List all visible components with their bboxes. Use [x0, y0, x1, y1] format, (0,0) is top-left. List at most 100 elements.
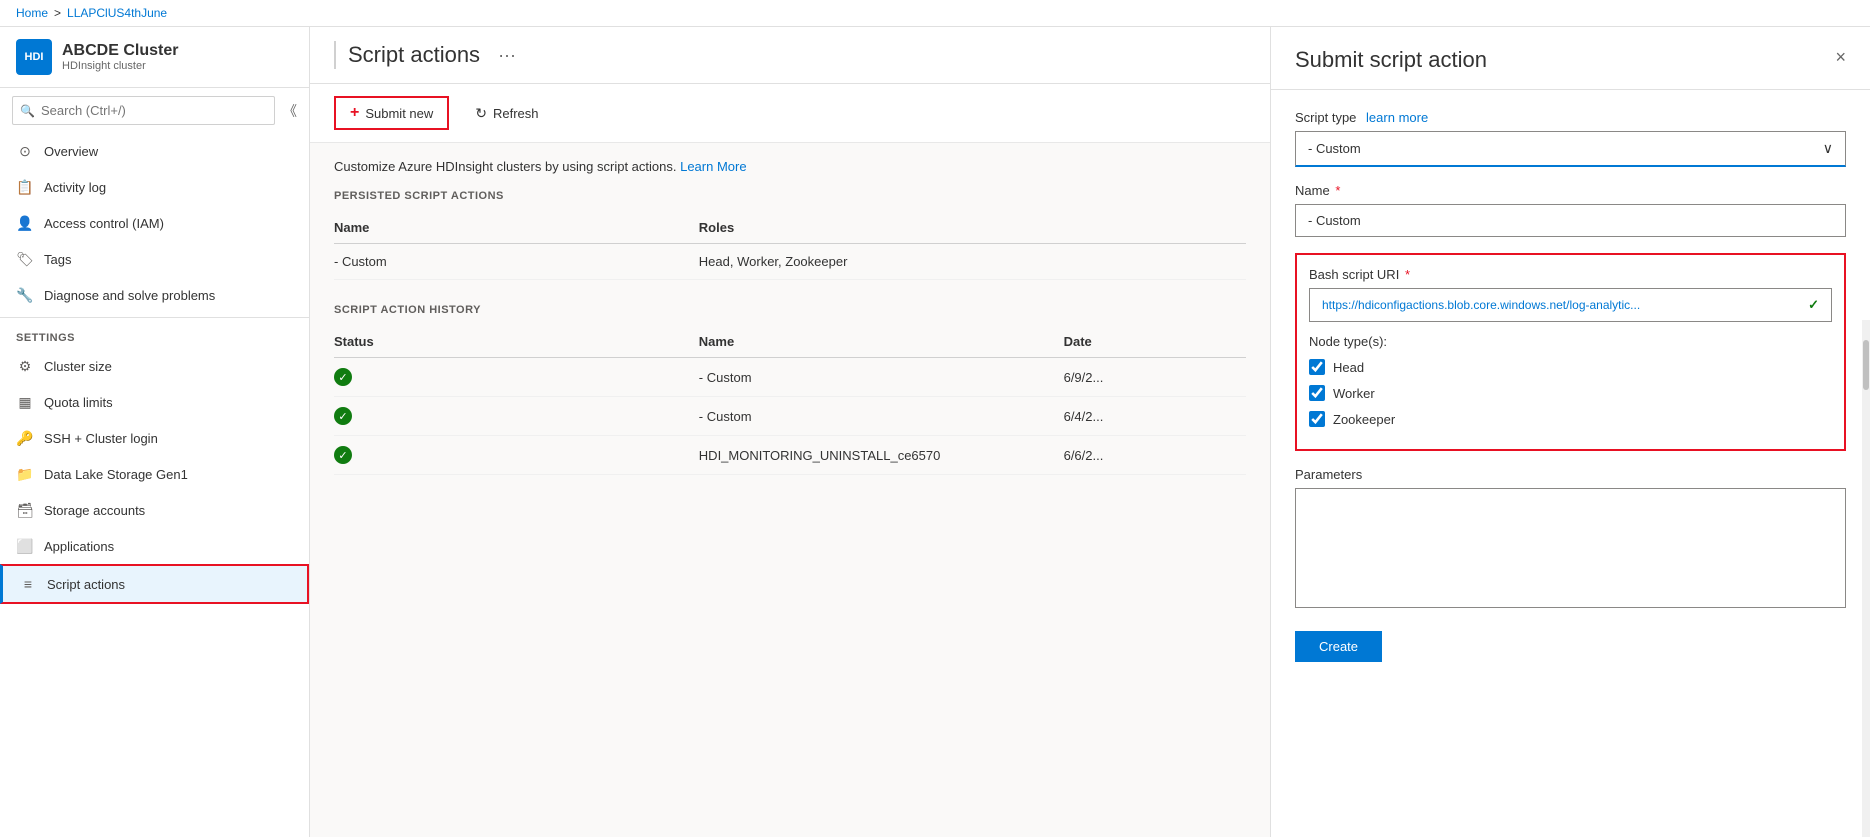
more-options-button[interactable]: ···: [492, 43, 522, 68]
bash-uri-input-wrap: https://hdiconfigactions.blob.core.windo…: [1309, 288, 1832, 322]
quota-icon: ▦: [16, 393, 34, 411]
nav-divider-settings: [0, 317, 309, 318]
learn-more-link[interactable]: Learn More: [680, 159, 746, 174]
checkbox-zookeeper: Zookeeper: [1309, 411, 1832, 427]
history-date-2: 6/6/2...: [1064, 448, 1246, 463]
breadcrumb-cluster[interactable]: LLAPClUS4thJune: [67, 6, 167, 20]
breadcrumb: Home > LLAPClUS4thJune: [0, 0, 1870, 27]
head-label: Head: [1333, 360, 1364, 375]
breadcrumb-home[interactable]: Home: [16, 6, 48, 20]
persisted-row-0: - Custom Head, Worker, Zookeeper: [334, 244, 1246, 280]
create-button[interactable]: Create: [1295, 631, 1382, 662]
sidebar-header: HDI ABCDE Cluster HDInsight cluster: [0, 27, 309, 88]
bash-uri-section: Bash script URI * https://hdiconfigactio…: [1295, 253, 1846, 451]
chevron-down-icon: ∨: [1823, 140, 1833, 157]
submit-new-button[interactable]: + Submit new: [334, 96, 449, 130]
history-name-0: - Custom: [699, 370, 1064, 385]
success-icon-2: ✓: [334, 446, 352, 464]
script-actions-icon: ≡: [19, 575, 37, 593]
col-status-header: Status: [334, 334, 699, 349]
info-text: Customize Azure HDInsight clusters by us…: [334, 159, 1246, 174]
sidebar-item-tags[interactable]: 🏷 Tags: [0, 241, 309, 277]
collapse-sidebar-button[interactable]: 《: [283, 101, 297, 121]
sidebar-item-activity-log[interactable]: 📋 Activity log: [0, 169, 309, 205]
persisted-roles-0: Head, Worker, Zookeeper: [699, 254, 1064, 269]
persisted-table-header: Name Roles: [334, 212, 1246, 244]
content-body: Customize Azure HDInsight clusters by us…: [310, 143, 1270, 837]
search-input[interactable]: [12, 96, 275, 125]
refresh-button[interactable]: ↻ Refresh: [461, 99, 552, 128]
settings-section-label: Settings: [0, 322, 309, 348]
history-section-label: SCRIPT ACTION HISTORY: [334, 304, 1246, 316]
zookeeper-label: Zookeeper: [1333, 412, 1395, 427]
overview-icon: ⊙: [16, 142, 34, 160]
sidebar-item-storage-accounts[interactable]: 🗃 Storage accounts: [0, 492, 309, 528]
script-type-learn-more-link[interactable]: learn more: [1366, 110, 1428, 125]
bash-uri-checkmark: ✓: [1808, 297, 1819, 313]
plus-icon: +: [350, 104, 359, 122]
history-name-2: HDI_MONITORING_UNINSTALL_ce6570: [699, 448, 1064, 463]
zookeeper-checkbox[interactable]: [1309, 411, 1325, 427]
sidebar-item-diagnose[interactable]: 🔧 Diagnose and solve problems: [0, 277, 309, 313]
diagnose-icon: 🔧: [16, 286, 34, 304]
persisted-section-label: PERSISTED SCRIPT ACTIONS: [334, 190, 1246, 202]
cluster-icon: HDI: [16, 39, 52, 75]
right-panel: Submit script action × Script type learn…: [1270, 27, 1870, 837]
persisted-name-0: - Custom: [334, 254, 699, 269]
cluster-info: HDI ABCDE Cluster HDInsight cluster: [16, 39, 293, 75]
history-name-1: - Custom: [699, 409, 1064, 424]
header-divider: [334, 41, 336, 69]
sidebar-item-access-control[interactable]: 👤 Access control (IAM): [0, 205, 309, 241]
script-type-select[interactable]: - Custom ∨: [1295, 131, 1846, 167]
data-lake-icon: 📁: [16, 465, 34, 483]
history-status-0: ✓: [334, 368, 699, 386]
sidebar-item-cluster-size[interactable]: ⚙ Cluster size: [0, 348, 309, 384]
history-row-0: ✓ - Custom 6/9/2...: [334, 358, 1246, 397]
script-type-label: Script type learn more: [1295, 110, 1846, 125]
head-checkbox[interactable]: [1309, 359, 1325, 375]
sidebar-item-ssh-login[interactable]: 🔑 SSH + Cluster login: [0, 420, 309, 456]
toolbar: + Submit new ↻ Refresh: [310, 84, 1270, 143]
name-input[interactable]: [1295, 204, 1846, 237]
storage-icon: 🗃: [16, 501, 34, 519]
sidebar-item-script-actions[interactable]: ≡ Script actions: [0, 564, 309, 604]
tags-icon: 🏷: [16, 250, 34, 268]
refresh-icon: ↻: [475, 105, 487, 122]
sidebar: HDI ABCDE Cluster HDInsight cluster 🔍 《 …: [0, 27, 310, 837]
cluster-type: HDInsight cluster: [62, 60, 178, 72]
checkbox-worker: Worker: [1309, 385, 1832, 401]
applications-icon: ⬜: [16, 537, 34, 555]
history-date-0: 6/9/2...: [1064, 370, 1246, 385]
history-row-1: ✓ - Custom 6/4/2...: [334, 397, 1246, 436]
bash-uri-label: Bash script URI *: [1309, 267, 1832, 282]
worker-checkbox[interactable]: [1309, 385, 1325, 401]
sidebar-item-quota-limits[interactable]: ▦ Quota limits: [0, 384, 309, 420]
node-types-label: Node type(s):: [1309, 334, 1832, 349]
panel-header: Submit script action ×: [1271, 27, 1870, 90]
checkbox-head: Head: [1309, 359, 1832, 375]
bash-uri-value: https://hdiconfigactions.blob.core.windo…: [1322, 298, 1808, 312]
history-row-2: ✓ HDI_MONITORING_UNINSTALL_ce6570 6/6/2.…: [334, 436, 1246, 475]
history-status-1: ✓: [334, 407, 699, 425]
sidebar-item-overview[interactable]: ⊙ Overview: [0, 133, 309, 169]
parameters-label: Parameters: [1295, 467, 1846, 482]
col-date-header: Date: [1064, 334, 1246, 349]
ssh-icon: 🔑: [16, 429, 34, 447]
history-table-header: Status Name Date: [334, 326, 1246, 358]
col-name-header: Name: [334, 220, 699, 235]
close-panel-button[interactable]: ×: [1835, 47, 1846, 68]
sidebar-item-applications[interactable]: ⬜ Applications: [0, 528, 309, 564]
main-content: Script actions ··· + Submit new ↻ Refres…: [310, 27, 1270, 837]
panel-title: Submit script action: [1295, 47, 1487, 73]
name-field-label: Name *: [1295, 183, 1846, 198]
search-icon: 🔍: [20, 104, 35, 118]
nav-list: ⊙ Overview 📋 Activity log 👤 Access contr…: [0, 133, 309, 837]
persisted-table: Name Roles - Custom Head, Worker, Zookee…: [334, 212, 1246, 280]
activity-log-icon: 📋: [16, 178, 34, 196]
parameters-input[interactable]: [1295, 488, 1846, 608]
success-icon-0: ✓: [334, 368, 352, 386]
history-table: Status Name Date ✓ - Custom 6/9/2... ✓ -…: [334, 326, 1246, 475]
name-required-indicator: *: [1335, 183, 1340, 198]
col-roles-header: Roles: [699, 220, 1064, 235]
sidebar-item-data-lake[interactable]: 📁 Data Lake Storage Gen1: [0, 456, 309, 492]
